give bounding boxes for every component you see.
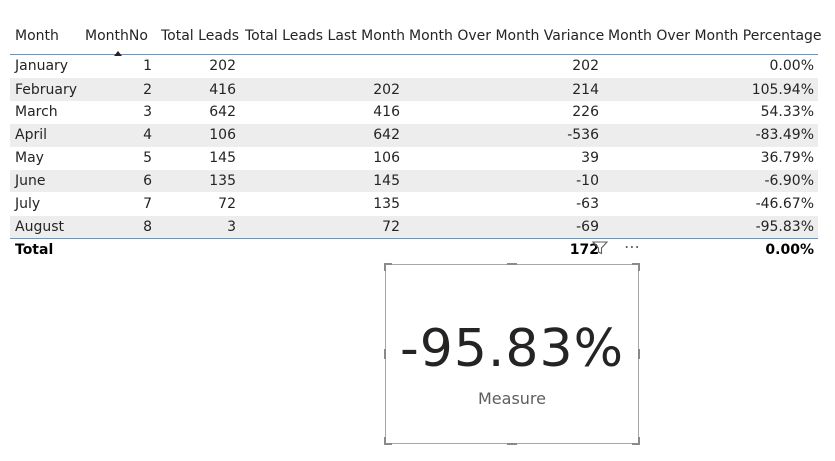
resize-handle-bottom-left[interactable] [384,437,392,445]
cell-monthno: 8 [80,215,156,239]
table-row[interactable]: March 3 642 416 226 54.33% [10,100,818,125]
resize-handle-top-right[interactable] [632,263,640,271]
cell-percentage: -46.67% [603,192,818,216]
cell-total-leads: 72 [156,192,240,216]
cell-month: May [10,146,80,170]
col-header-mom-variance[interactable]: Month Over Month Variance [404,18,604,55]
sort-ascending-icon[interactable] [114,51,122,56]
cell-percentage: 105.94% [603,77,818,101]
cell-variance: -63 [404,192,603,216]
cell-month: June [10,169,80,193]
cell-variance: 202 [404,54,603,79]
cell-month: July [10,192,80,216]
col-header-month[interactable]: Month [10,18,80,55]
table-visual[interactable]: Month MonthNo Total Leads Total Leads La… [10,18,822,262]
table-row[interactable]: May 5 145 106 39 36.79% [10,146,818,170]
cell-percentage: 54.33% [603,100,818,125]
cell-percentage: -83.49% [603,123,818,147]
cell-monthno: 5 [80,146,156,170]
cell-variance: -69 [404,215,603,239]
cell-monthno: 3 [80,100,156,125]
col-header-monthno[interactable]: MonthNo [80,18,156,56]
cell-monthno: 1 [80,54,156,79]
total-label: Total [10,238,80,262]
cell-monthno: 7 [80,192,156,216]
cell-monthno: 4 [80,123,156,147]
cell-monthno: 6 [80,169,156,193]
col-header-total-leads[interactable]: Total Leads [156,18,240,55]
cell-last-month [240,54,404,79]
cell-last-month: 642 [240,123,404,147]
cell-percentage: 0.00% [603,54,818,79]
table-body: January 1 202 202 0.00% February 2 416 202 214 105… [10,54,818,239]
more-options-icon[interactable]: ⋯ [624,239,640,255]
card-value: -95.83% [399,319,625,379]
resize-handle-bottom-right[interactable] [632,437,640,445]
cell-month: August [10,215,80,239]
resize-handle-bottom[interactable] [507,443,517,445]
resize-handle-top-left[interactable] [384,263,392,271]
total-variance: 172 [404,238,603,262]
cell-last-month: 72 [240,215,404,239]
card-label: Measure [478,389,546,408]
cell-total-leads: 416 [156,77,240,101]
cell-month: February [10,77,80,101]
cell-variance: 226 [404,100,603,125]
resize-handle-right[interactable] [638,349,640,359]
cell-percentage: -6.90% [603,169,818,193]
cell-month: April [10,123,80,147]
cell-percentage: 36.79% [603,146,818,170]
cell-month: March [10,100,80,125]
cell-last-month: 106 [240,146,404,170]
total-row: Total 172 0.00% [10,238,818,262]
header-row: Month MonthNo Total Leads Total Leads La… [10,18,822,56]
cell-variance: 214 [404,77,603,101]
col-header-total-leads-last-month[interactable]: Total Leads Last Month [240,18,405,55]
cell-total-leads: 3 [156,215,240,239]
cell-total-leads: 106 [156,123,240,147]
cell-monthno: 2 [80,77,156,101]
table-row[interactable]: June 6 135 145 -10 -6.90% [10,169,818,193]
cell-variance: -10 [404,169,603,193]
cell-last-month: 135 [240,192,404,216]
cell-month: January [10,54,80,79]
card-visual[interactable]: -95.83% Measure [384,263,640,445]
cell-variance: -536 [404,123,603,147]
cell-total-leads: 145 [156,146,240,170]
cell-percentage: -95.83% [603,215,818,239]
visual-header-icons: ⋯ [591,239,640,255]
cell-variance: 39 [404,146,603,170]
table-row[interactable]: April 4 106 642 -536 -83.49% [10,123,818,147]
leads-table: Month MonthNo Total Leads Total Leads La… [10,18,822,262]
cell-total-leads: 642 [156,100,240,125]
cell-total-leads: 135 [156,169,240,193]
col-header-mom-percentage[interactable]: Month Over Month Percentage [603,18,822,55]
cell-last-month: 416 [240,100,404,125]
cell-last-month: 202 [240,77,404,101]
resize-handle-top[interactable] [507,263,517,265]
table-row[interactable]: August 8 3 72 -69 -95.83% [10,215,818,239]
table-row[interactable]: January 1 202 202 0.00% [10,54,818,79]
cell-total-leads: 202 [156,54,240,79]
table-row[interactable]: July 7 72 135 -63 -46.67% [10,192,818,216]
cell-last-month: 145 [240,169,404,193]
table-row[interactable]: February 2 416 202 214 105.94% [10,77,818,101]
filter-icon[interactable] [591,240,609,255]
